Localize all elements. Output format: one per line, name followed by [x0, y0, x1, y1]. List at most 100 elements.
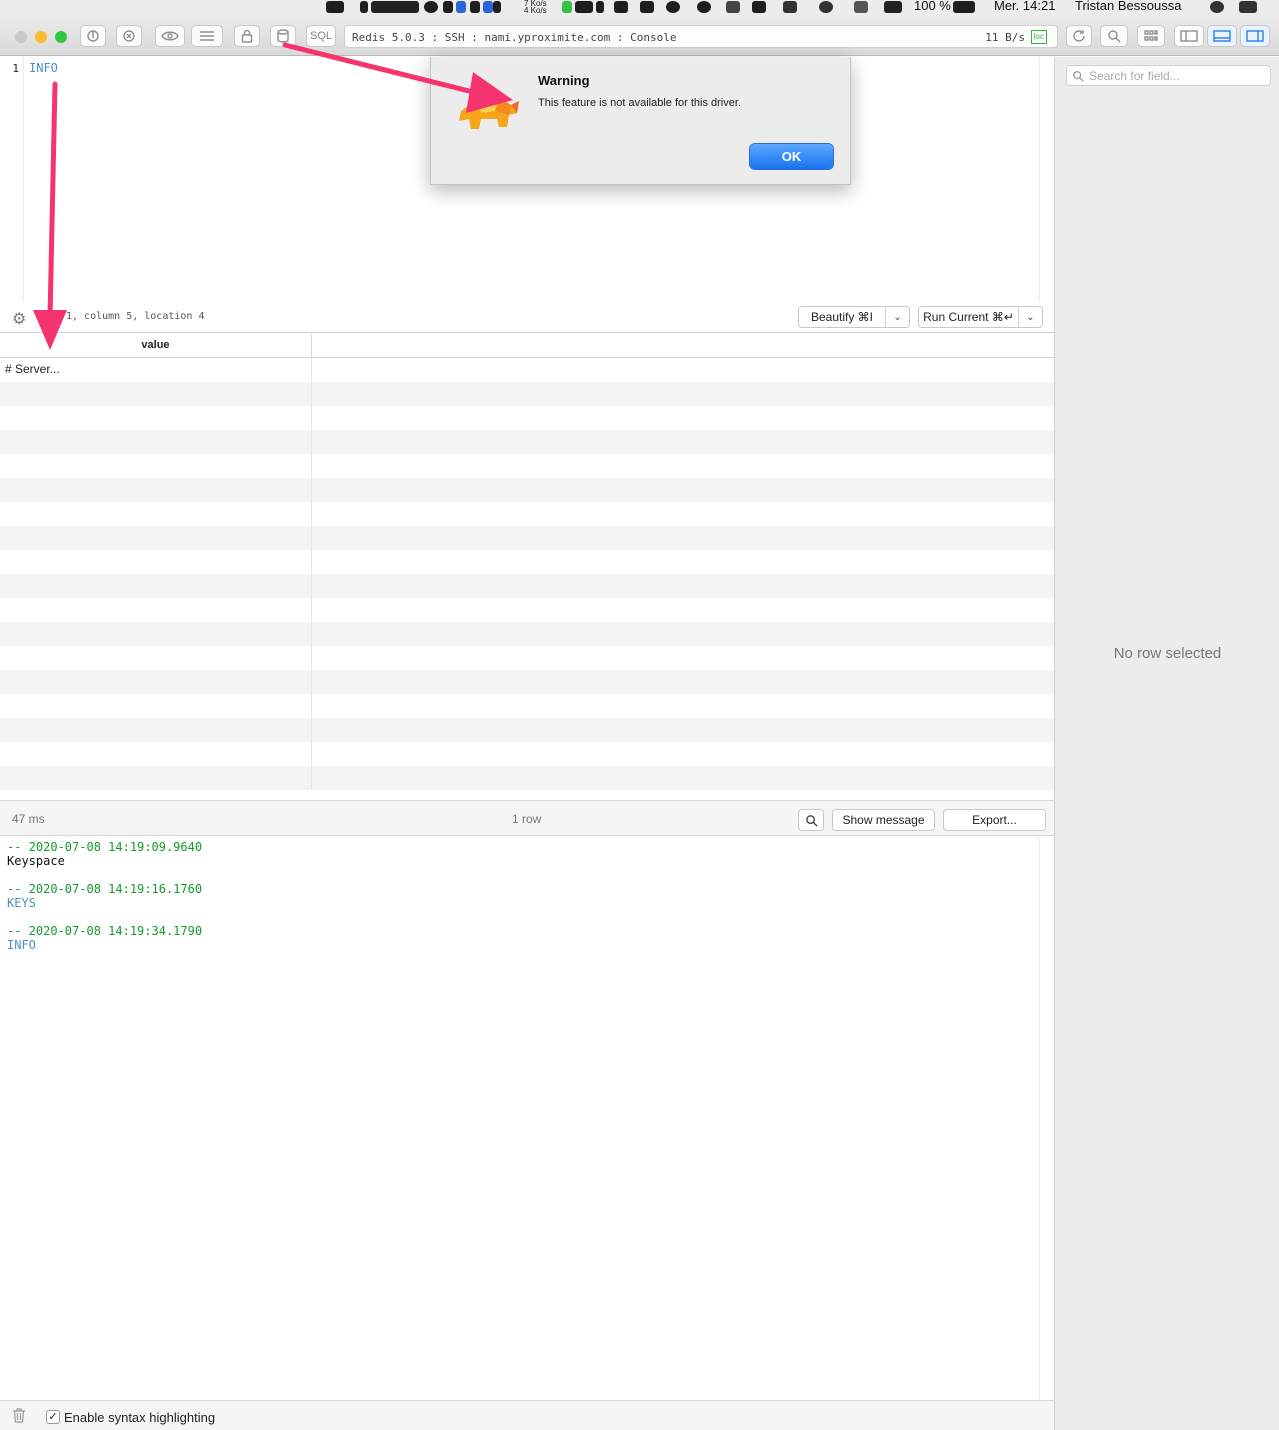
table-row[interactable]	[0, 382, 1054, 406]
grid-view-button[interactable]	[1137, 25, 1165, 47]
spotlight-icon[interactable]	[1210, 1, 1224, 13]
table-cell-value[interactable]	[0, 646, 312, 670]
battery-percent[interactable]: 100 %	[914, 0, 951, 13]
disk-icon[interactable]	[424, 1, 438, 13]
table-cell-value[interactable]	[0, 694, 312, 718]
bluetooth-icon[interactable]	[854, 1, 868, 13]
cpu-graph-icon[interactable]	[371, 1, 419, 13]
database-button[interactable]	[270, 25, 296, 47]
wifi-icon[interactable]	[884, 1, 902, 13]
table-cell-value[interactable]	[0, 742, 312, 766]
time-machine-icon[interactable]	[819, 1, 833, 13]
export-button[interactable]: Export...	[943, 809, 1046, 831]
minimize-window-button[interactable]	[35, 31, 47, 43]
sql-button[interactable]: SQL	[306, 25, 336, 47]
close-window-button[interactable]	[15, 31, 27, 43]
battery-icon[interactable]	[953, 1, 975, 13]
table-row[interactable]	[0, 478, 1054, 502]
search-results-button[interactable]	[798, 809, 824, 831]
table-cell-value[interactable]	[0, 574, 312, 598]
connection-button[interactable]	[80, 25, 106, 47]
alfred-icon[interactable]	[697, 1, 711, 13]
phone-icon[interactable]	[596, 1, 604, 13]
table-row[interactable]	[0, 598, 1054, 622]
beautify-button[interactable]: Beautify ⌘I ⌄	[798, 306, 910, 328]
trash-icon[interactable]	[12, 1408, 26, 1423]
table-row[interactable]	[0, 406, 1054, 430]
table-cell-value[interactable]	[0, 718, 312, 742]
results-grid[interactable]: value # Server...	[0, 334, 1054, 800]
table-cell-value[interactable]	[0, 766, 312, 790]
table-cell-value[interactable]	[0, 406, 312, 430]
table-cell-value[interactable]: # Server...	[0, 358, 312, 382]
table-row[interactable]	[0, 766, 1054, 790]
network-icon[interactable]	[726, 1, 740, 13]
table-row[interactable]	[0, 454, 1054, 478]
field-search-input[interactable]: Search for field...	[1066, 65, 1271, 86]
network-speed[interactable]: 7 Ko/s 4 Ko/s	[524, 0, 547, 14]
reload-button[interactable]	[1066, 25, 1092, 47]
stop-button[interactable]	[116, 25, 142, 47]
notification-icon[interactable]	[614, 1, 628, 13]
preview-button[interactable]	[155, 25, 185, 47]
editor-scrollbar[interactable]	[1039, 57, 1054, 302]
table-row[interactable]	[0, 550, 1054, 574]
user-name[interactable]: Tristan Bessoussa	[1075, 0, 1181, 13]
io-bar-icon[interactable]	[483, 1, 493, 13]
chevron-down-icon[interactable]: ⌄	[1018, 307, 1042, 327]
table-cell-value[interactable]	[0, 550, 312, 574]
table-cell-value[interactable]	[0, 670, 312, 694]
battery-meter-icon[interactable]	[562, 1, 572, 13]
table-cell-value[interactable]	[0, 502, 312, 526]
clock[interactable]: Mer. 14:21	[994, 0, 1055, 13]
run-current-button[interactable]: Run Current ⌘↵ ⌄	[918, 306, 1043, 328]
cpu-icon[interactable]	[360, 1, 368, 13]
query-text[interactable]: INFO	[29, 61, 58, 75]
ram-bar-icon[interactable]	[456, 1, 466, 13]
airplay-icon[interactable]	[783, 1, 797, 13]
table-cell-value[interactable]	[0, 478, 312, 502]
table-row[interactable]	[0, 742, 1054, 766]
app-status-icon[interactable]	[326, 1, 344, 13]
table-cell-value[interactable]	[0, 382, 312, 406]
sync-icon[interactable]	[493, 1, 501, 13]
table-cell-value[interactable]	[0, 598, 312, 622]
syntax-highlighting-label[interactable]: Enable syntax highlighting	[64, 1410, 215, 1425]
table-row[interactable]	[0, 694, 1054, 718]
syntax-highlighting-checkbox[interactable]: ✓	[46, 1410, 60, 1424]
table-row[interactable]	[0, 718, 1054, 742]
table-row[interactable]	[0, 574, 1054, 598]
search-button[interactable]	[1100, 25, 1128, 47]
table-row[interactable]: # Server...	[0, 358, 1054, 382]
table-row[interactable]	[0, 646, 1054, 670]
show-message-button[interactable]: Show message	[832, 809, 935, 831]
table-cell-value[interactable]	[0, 454, 312, 478]
owl-icon[interactable]	[666, 1, 680, 13]
chevron-down-icon[interactable]: ⌄	[885, 307, 909, 327]
table-row[interactable]	[0, 430, 1054, 454]
memory-icon[interactable]	[443, 1, 453, 13]
table-cell-value[interactable]	[0, 622, 312, 646]
gear-icon[interactable]: ⚙	[12, 309, 26, 329]
log-scrollbar[interactable]	[1039, 837, 1054, 1400]
ssd-icon[interactable]	[470, 1, 480, 13]
table-row[interactable]	[0, 670, 1054, 694]
zoom-window-button[interactable]	[55, 31, 67, 43]
table-cell-value[interactable]	[0, 526, 312, 550]
keyboard-icon[interactable]	[575, 1, 593, 13]
table-cell-value[interactable]	[0, 430, 312, 454]
table-row[interactable]	[0, 622, 1054, 646]
notification-center-icon[interactable]	[1239, 1, 1257, 13]
ok-button[interactable]: OK	[750, 144, 833, 169]
evernote-icon[interactable]	[640, 1, 654, 13]
table-row[interactable]	[0, 526, 1054, 550]
toggle-right-panel-button[interactable]	[1240, 25, 1270, 47]
history-button[interactable]	[191, 25, 223, 47]
toggle-left-panel-button[interactable]	[1174, 25, 1204, 47]
column-header-value[interactable]: value	[0, 334, 312, 358]
lock-button[interactable]	[234, 25, 260, 47]
console-log[interactable]: -- 2020-07-08 14:19:09.9640 Keyspace -- 20…	[0, 837, 1054, 1400]
table-row[interactable]	[0, 502, 1054, 526]
malwarebytes-icon[interactable]	[752, 1, 766, 13]
toggle-bottom-panel-button[interactable]	[1207, 25, 1237, 47]
